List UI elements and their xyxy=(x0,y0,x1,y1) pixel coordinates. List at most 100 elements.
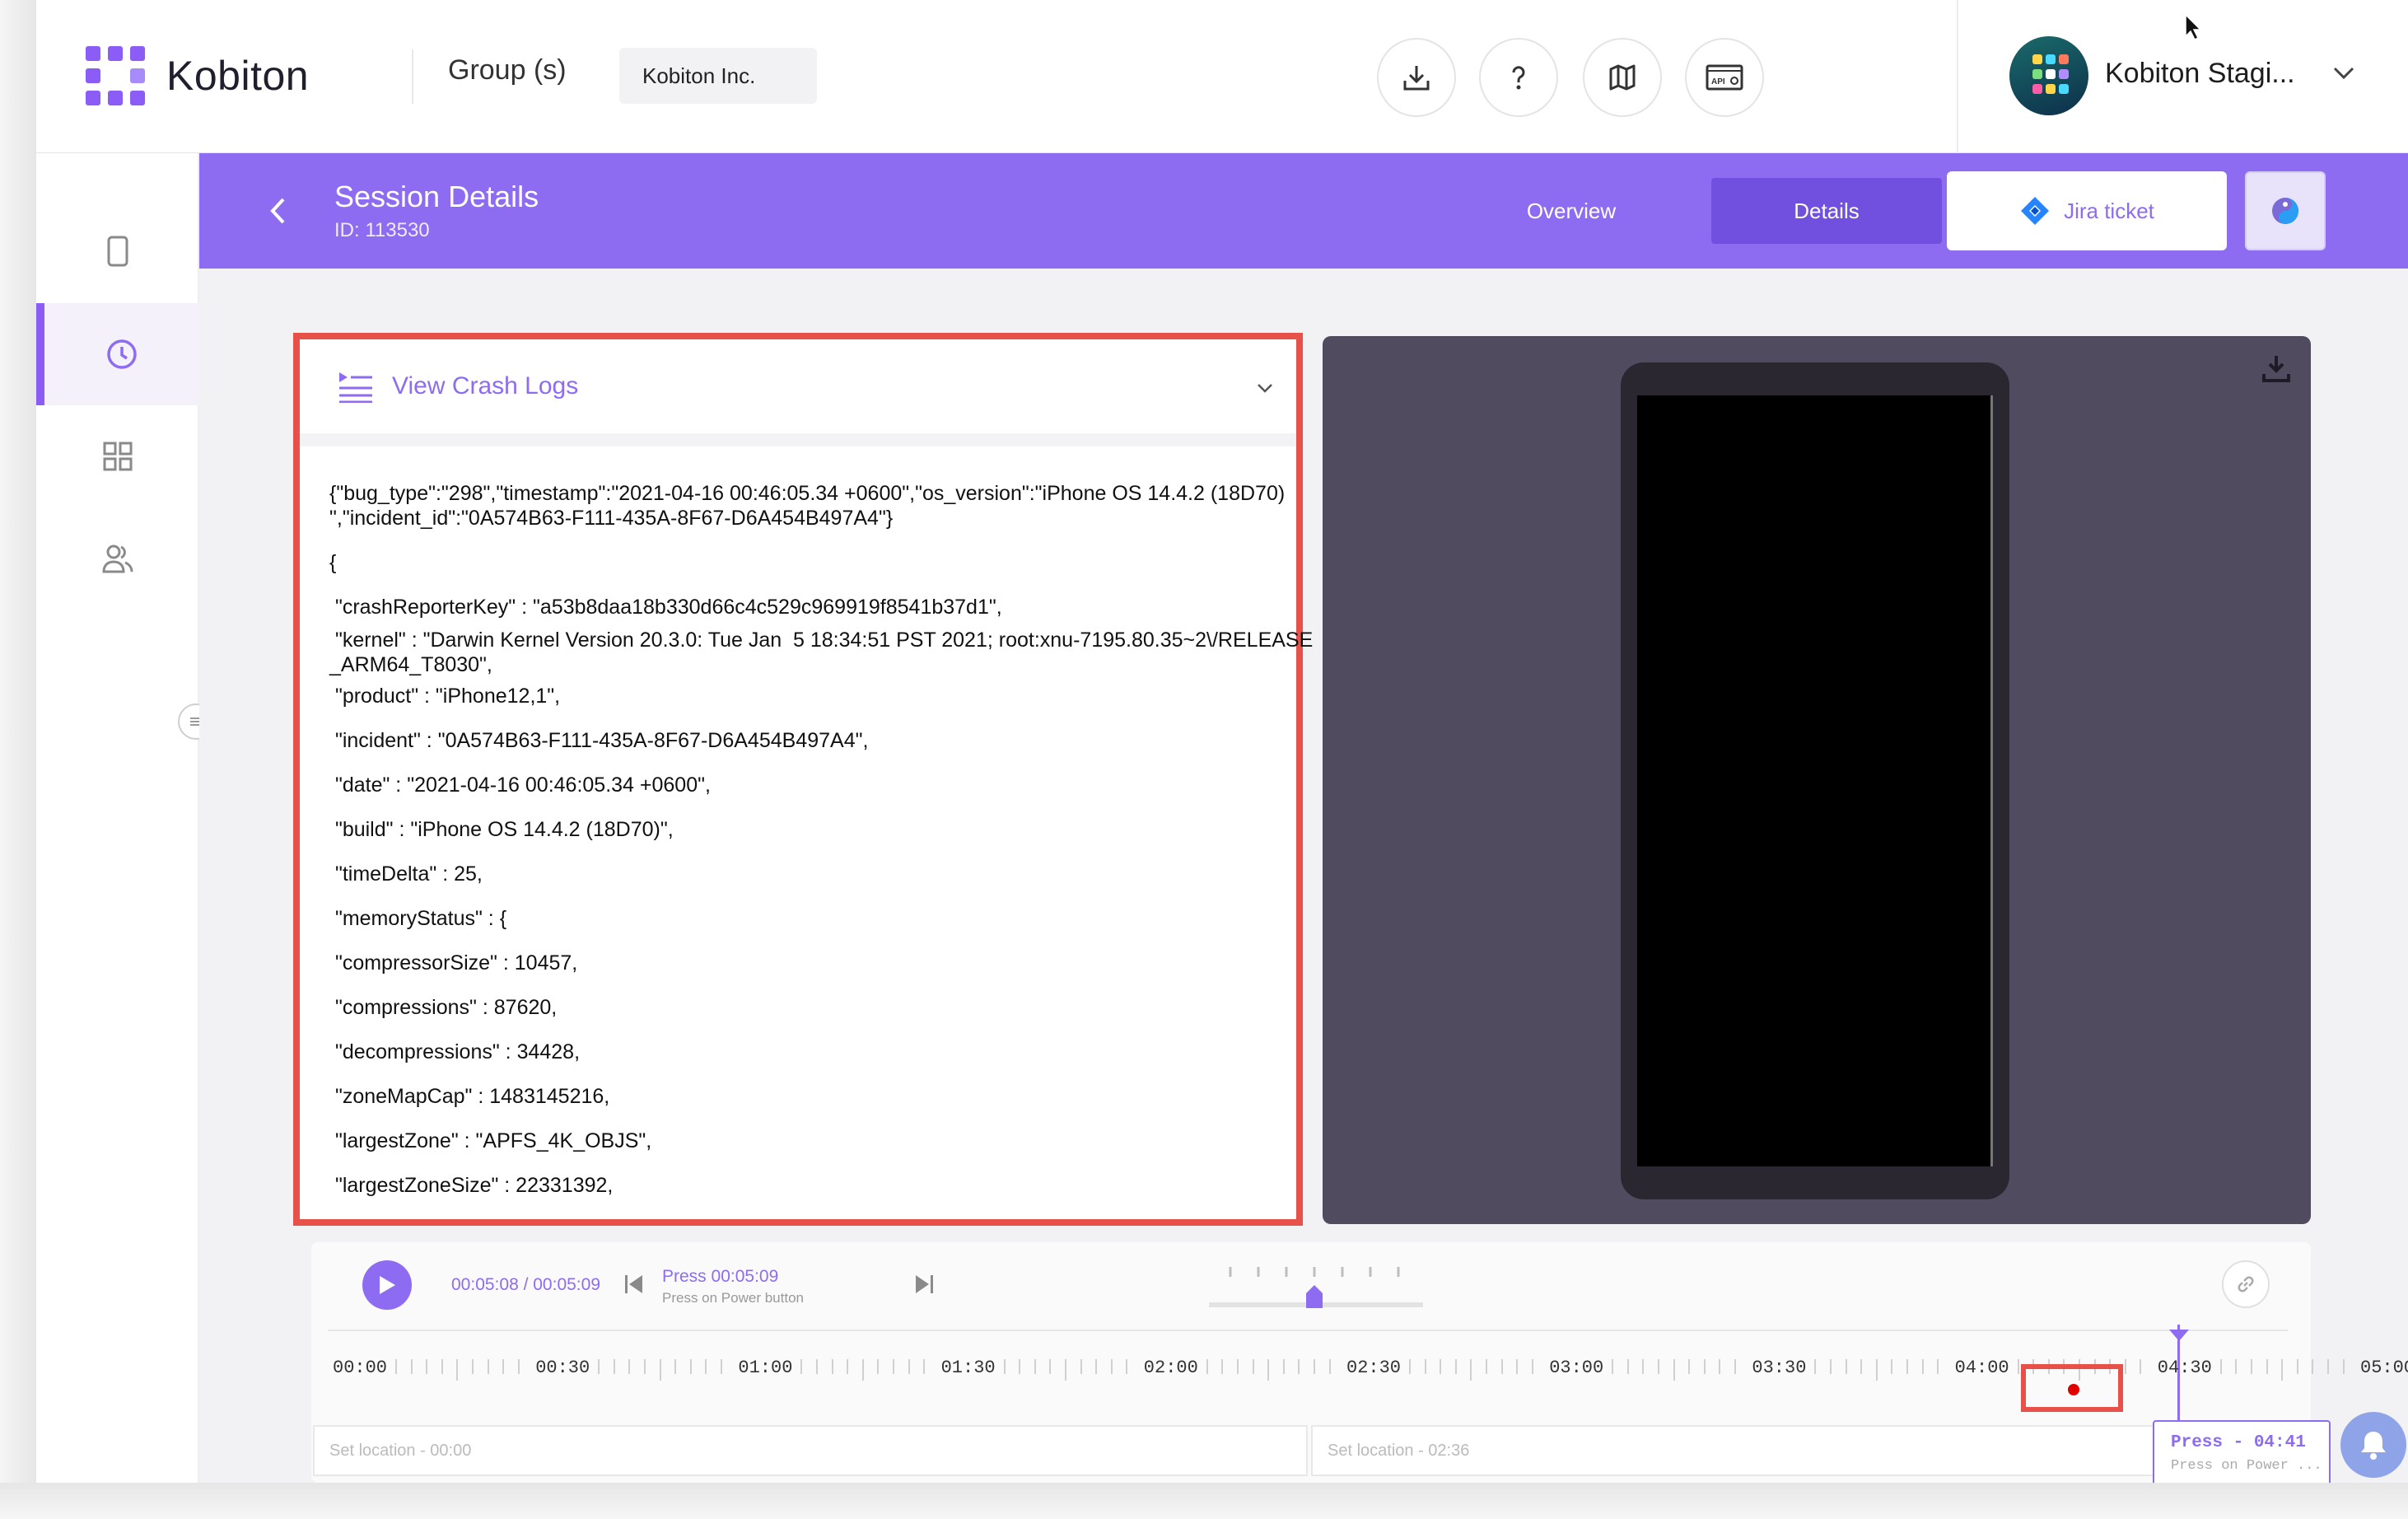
timeline-tick xyxy=(1267,1359,1270,1381)
timeline-tick xyxy=(1409,1359,1411,1374)
timeline-tick xyxy=(1937,1359,1939,1374)
timeline-tick xyxy=(893,1359,894,1374)
timeline-tick xyxy=(2327,1359,2329,1374)
log-line: { xyxy=(329,551,337,574)
timeline-tick xyxy=(1688,1359,1691,1374)
sidebar-item-apps[interactable] xyxy=(36,405,199,507)
session-header: Session Details ID: 113530 Overview Deta… xyxy=(199,153,2408,269)
timeline-tick xyxy=(1830,1359,1832,1374)
download-button[interactable] xyxy=(1377,38,1456,117)
timeline-tick xyxy=(1049,1359,1052,1374)
timeline-tick xyxy=(628,1359,631,1374)
sidebar-item-devices[interactable] xyxy=(36,200,199,302)
timeline-tick xyxy=(1003,1359,1006,1374)
log-line: "compressorSize" : 10457, xyxy=(329,951,578,974)
timeline-tick xyxy=(1845,1359,1847,1374)
log-line: "zoneMapCap" : 1483145216, xyxy=(329,1085,610,1108)
timeline-tick xyxy=(487,1359,489,1374)
crash-logs-header[interactable]: View Crash Logs xyxy=(300,339,1296,446)
sidebar-item-users[interactable] xyxy=(36,507,199,610)
copy-link-button[interactable] xyxy=(2222,1260,2270,1308)
timeline-tick xyxy=(410,1359,413,1374)
timeline-tick xyxy=(689,1359,692,1374)
notification-button[interactable] xyxy=(2340,1412,2406,1478)
map-button[interactable] xyxy=(1583,38,1662,117)
log-line: ","incident_id":"0A574B63-F111-435A-8F67… xyxy=(329,507,894,530)
timeline-tick xyxy=(1860,1359,1863,1374)
log-line: "crashReporterKey" : "a53b8daa18b330d66c… xyxy=(329,596,1002,619)
timeline-label: 00:00 xyxy=(333,1358,388,1378)
skip-forward-icon[interactable] xyxy=(914,1274,934,1295)
tab-overview[interactable]: Overview xyxy=(1456,178,1687,244)
grid-icon xyxy=(103,442,133,471)
timeline-tick xyxy=(1486,1359,1487,1374)
jira-ticket-button[interactable]: Jira ticket xyxy=(1947,171,2227,250)
profile-name[interactable]: Kobiton Stagi... xyxy=(2105,58,2295,90)
logo[interactable]: Kobiton xyxy=(86,46,309,105)
timeline-tick xyxy=(1470,1359,1472,1381)
timeline-tick xyxy=(1719,1359,1721,1374)
timeline-tick xyxy=(2312,1359,2314,1374)
timeline-label: 03:00 xyxy=(1549,1358,1604,1378)
timeline[interactable]: 00:00 00:30 01:00 01:30 02:00 02:30 03:00 03:30… xyxy=(328,1325,2408,1427)
timeline-tick xyxy=(2124,1359,2126,1374)
page-title: Session Details xyxy=(334,180,539,213)
timeline-tick xyxy=(1110,1359,1113,1374)
api-settings-button[interactable]: API xyxy=(1685,38,1764,117)
timeline-tick xyxy=(2266,1359,2268,1374)
chevron-down-icon[interactable] xyxy=(2332,66,2355,81)
timeline-tick xyxy=(1034,1359,1036,1374)
log-line: "largestZone" : "APFS_4K_OBJS", xyxy=(329,1129,652,1152)
phone-frame xyxy=(1621,362,2009,1199)
mouse-cursor-icon xyxy=(2185,13,2202,41)
group-select[interactable]: Kobiton Inc. xyxy=(619,48,817,104)
timeline-tick xyxy=(1282,1359,1285,1374)
timeline-tick xyxy=(1703,1359,1706,1374)
play-button[interactable] xyxy=(362,1260,412,1310)
timeline-tick xyxy=(674,1359,677,1374)
clock-icon xyxy=(107,339,137,369)
press-event-card[interactable]: Press - 04:41 Press on Power ... xyxy=(2153,1420,2331,1483)
location-event[interactable]: Set location - 02:36 xyxy=(1311,1425,2154,1476)
list-play-icon xyxy=(339,372,372,403)
crash-marker-dot[interactable] xyxy=(2068,1384,2079,1395)
timeline-tick xyxy=(1221,1359,1224,1374)
sidebar-item-sessions[interactable] xyxy=(36,303,199,405)
timeline-tick xyxy=(1673,1359,1675,1381)
tab-details[interactable]: Details xyxy=(1711,178,1942,244)
timeline-label: 05:00 xyxy=(2360,1358,2408,1378)
timeline-tick xyxy=(1612,1359,1614,1374)
timeline-label: 04:00 xyxy=(1954,1358,2009,1378)
left-sidebar xyxy=(36,153,214,1483)
help-icon xyxy=(1512,66,1525,90)
ai-assist-button[interactable] xyxy=(2245,171,2326,250)
speed-slider[interactable] xyxy=(1209,1259,1423,1316)
timeline-tick xyxy=(613,1359,615,1374)
timeline-tick xyxy=(1516,1359,1519,1374)
location-event[interactable]: Set location - 00:00 xyxy=(313,1425,1308,1476)
timeline-tick xyxy=(1080,1359,1082,1374)
timeline-tick xyxy=(644,1359,646,1374)
avatar[interactable] xyxy=(2009,36,2088,115)
kobiton-logo-icon xyxy=(86,46,145,105)
timeline-tick xyxy=(456,1359,459,1381)
timeline-tick xyxy=(1500,1359,1503,1374)
download-icon[interactable] xyxy=(2260,353,2293,386)
timeline-tick xyxy=(2251,1359,2252,1374)
device-screen[interactable] xyxy=(1637,395,1993,1166)
crash-logs-title: View Crash Logs xyxy=(392,372,579,400)
crash-logs-panel: View Crash Logs {"bug_type":"298","times… xyxy=(293,333,1313,1226)
speed-handle[interactable] xyxy=(1306,1285,1323,1308)
chevron-down-icon[interactable] xyxy=(1257,382,1273,394)
timeline-tick xyxy=(659,1359,661,1381)
back-arrow-icon[interactable] xyxy=(268,196,288,226)
log-line: "decompressions" : 34428, xyxy=(329,1040,581,1063)
timeline-tick xyxy=(1658,1359,1659,1374)
timeline-tick xyxy=(1734,1359,1736,1374)
log-line: "kernel" : "Darwin Kernel Version 20.3.0… xyxy=(329,629,1314,652)
timeline-tick xyxy=(517,1359,520,1374)
timeline-tick xyxy=(1126,1359,1128,1374)
skip-back-icon[interactable] xyxy=(624,1274,644,1295)
help-button[interactable] xyxy=(1479,38,1558,117)
timeline-label: 02:30 xyxy=(1346,1358,1402,1378)
